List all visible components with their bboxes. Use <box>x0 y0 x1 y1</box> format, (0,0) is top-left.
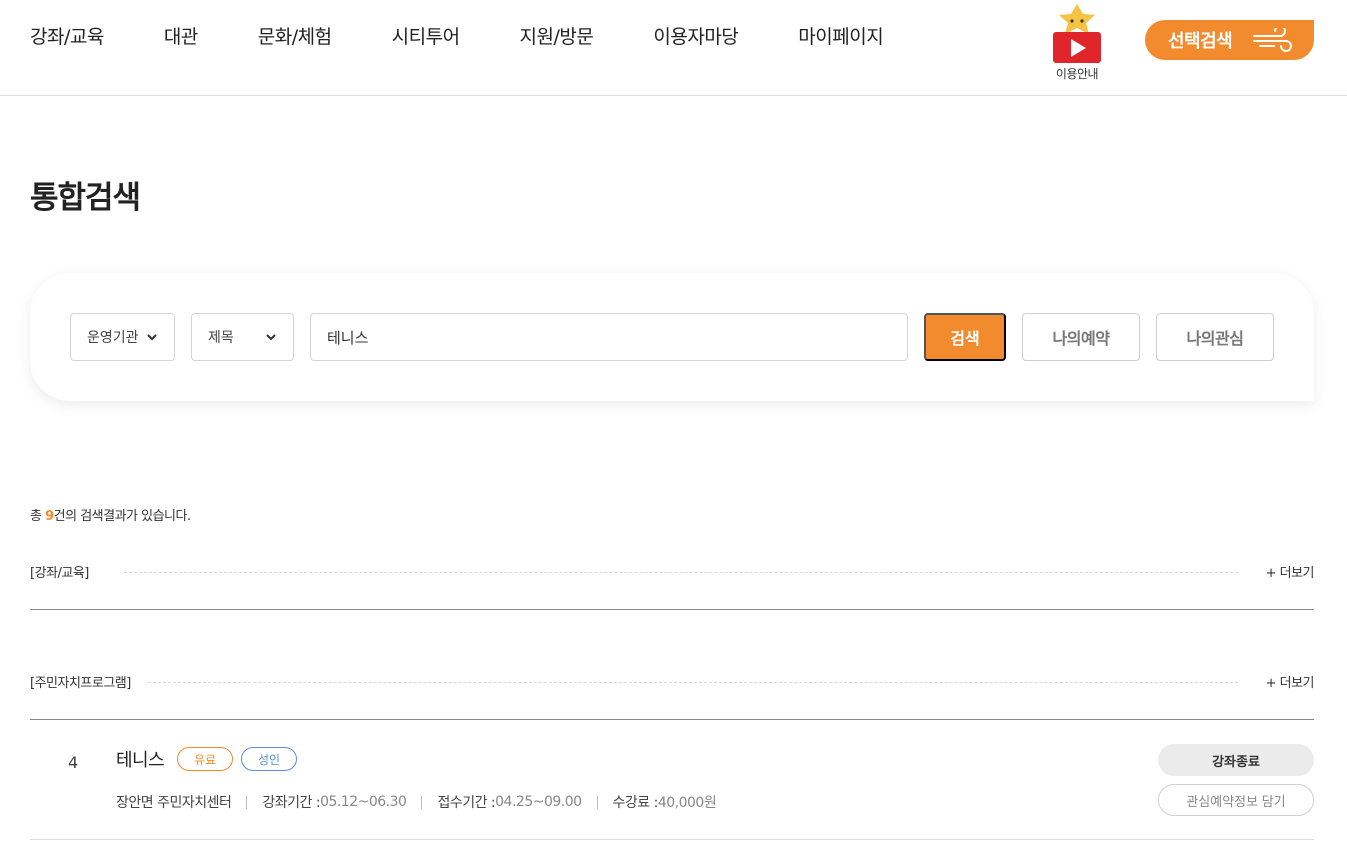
target-badge: 성인 <box>241 747 297 771</box>
org-select[interactable]: 운영기관 <box>70 313 175 361</box>
category-divider <box>124 572 1238 573</box>
reception-period-label: 접수기간 : <box>437 795 496 811</box>
more-link[interactable]: + 더보기 <box>1266 562 1315 581</box>
meta-separator <box>246 795 248 809</box>
meta-separator <box>596 795 598 809</box>
chevron-down-icon <box>266 334 276 341</box>
add-interest-button[interactable]: 관심예약정보 담기 <box>1158 784 1314 816</box>
nav-item-mypage[interactable]: 마이페이지 <box>798 24 883 50</box>
site-header: 강좌/교육 대관 문화/체험 시티투어 지원/방문 이용자마당 마이페이지 이용… <box>0 0 1347 96</box>
item-number: 4 <box>68 753 79 772</box>
usage-guide-link[interactable]: 이용안내 <box>1046 2 1108 84</box>
page-title: 통합검색 <box>30 180 141 216</box>
course-period-value: 05.12~06.30 <box>320 794 407 810</box>
reception-period-value: 04.25~09.00 <box>495 794 582 810</box>
nav-item-culture[interactable]: 문화/체험 <box>258 24 332 50</box>
field-select-value: 제목 <box>208 330 234 346</box>
org-select-value: 운영기관 <box>87 330 139 346</box>
nav-item-community[interactable]: 이용자마당 <box>653 24 738 50</box>
category-label: [강좌/교육] <box>30 562 101 581</box>
search-button[interactable]: 검색 <box>924 313 1006 361</box>
item-center: 장안면 주민자치센터 <box>116 795 232 811</box>
result-count-suffix: 건의 검색결과가 있습니다. <box>53 509 191 524</box>
fee-label: 수강료 : <box>612 795 659 811</box>
item-title[interactable]: 테니스 <box>116 746 165 772</box>
field-select[interactable]: 제목 <box>191 313 294 361</box>
search-input[interactable] <box>310 313 908 361</box>
category-label: [주민자치프로그램] <box>30 672 143 691</box>
category-header-resident-program: [주민자치프로그램] + 더보기 <box>30 672 1315 692</box>
result-count-number: 9 <box>45 509 54 524</box>
select-search-button[interactable]: 선택검색 <box>1145 20 1314 60</box>
fee-value: 40,000원 <box>657 795 717 811</box>
result-count-prefix: 총 <box>30 509 46 524</box>
wind-icon <box>1253 28 1292 52</box>
meta-separator <box>421 795 423 809</box>
nav-item-course[interactable]: 강좌/교육 <box>30 24 104 50</box>
item-meta: 장안면 주민자치센터 강좌기간 : 05.12~06.30 접수기간 : 04.… <box>116 792 717 812</box>
select-search-label: 선택검색 <box>1168 31 1233 52</box>
course-status-button[interactable]: 강좌종료 <box>1158 744 1314 776</box>
paid-badge: 유료 <box>177 747 233 771</box>
nav-item-rental[interactable]: 대관 <box>164 24 198 50</box>
usage-guide-label: 이용안내 <box>1055 67 1099 81</box>
category-divider <box>148 682 1238 683</box>
section-divider <box>30 609 1314 610</box>
search-panel: 운영기관 제목 검색 나의예약 나의관심 <box>30 273 1314 401</box>
my-reservation-button[interactable]: 나의예약 <box>1022 313 1140 361</box>
result-count: 총 9건의 검색결과가 있습니다. <box>30 505 191 524</box>
my-interest-button[interactable]: 나의관심 <box>1156 313 1274 361</box>
more-link[interactable]: + 더보기 <box>1266 672 1315 691</box>
main-nav: 강좌/교육 대관 문화/체험 시티투어 지원/방문 이용자마당 마이페이지 <box>30 24 943 50</box>
course-period-label: 강좌기간 : <box>262 795 321 811</box>
nav-item-support[interactable]: 지원/방문 <box>520 24 594 50</box>
play-mascot-icon <box>1053 4 1101 63</box>
category-header-course: [강좌/교육] + 더보기 <box>30 562 1315 582</box>
chevron-down-icon <box>147 334 157 341</box>
list-item: 4 테니스 유료 성인 장안면 주민자치센터 강좌기간 : 05.12~06.3… <box>30 720 1314 840</box>
nav-item-citytour[interactable]: 시티투어 <box>392 24 460 50</box>
